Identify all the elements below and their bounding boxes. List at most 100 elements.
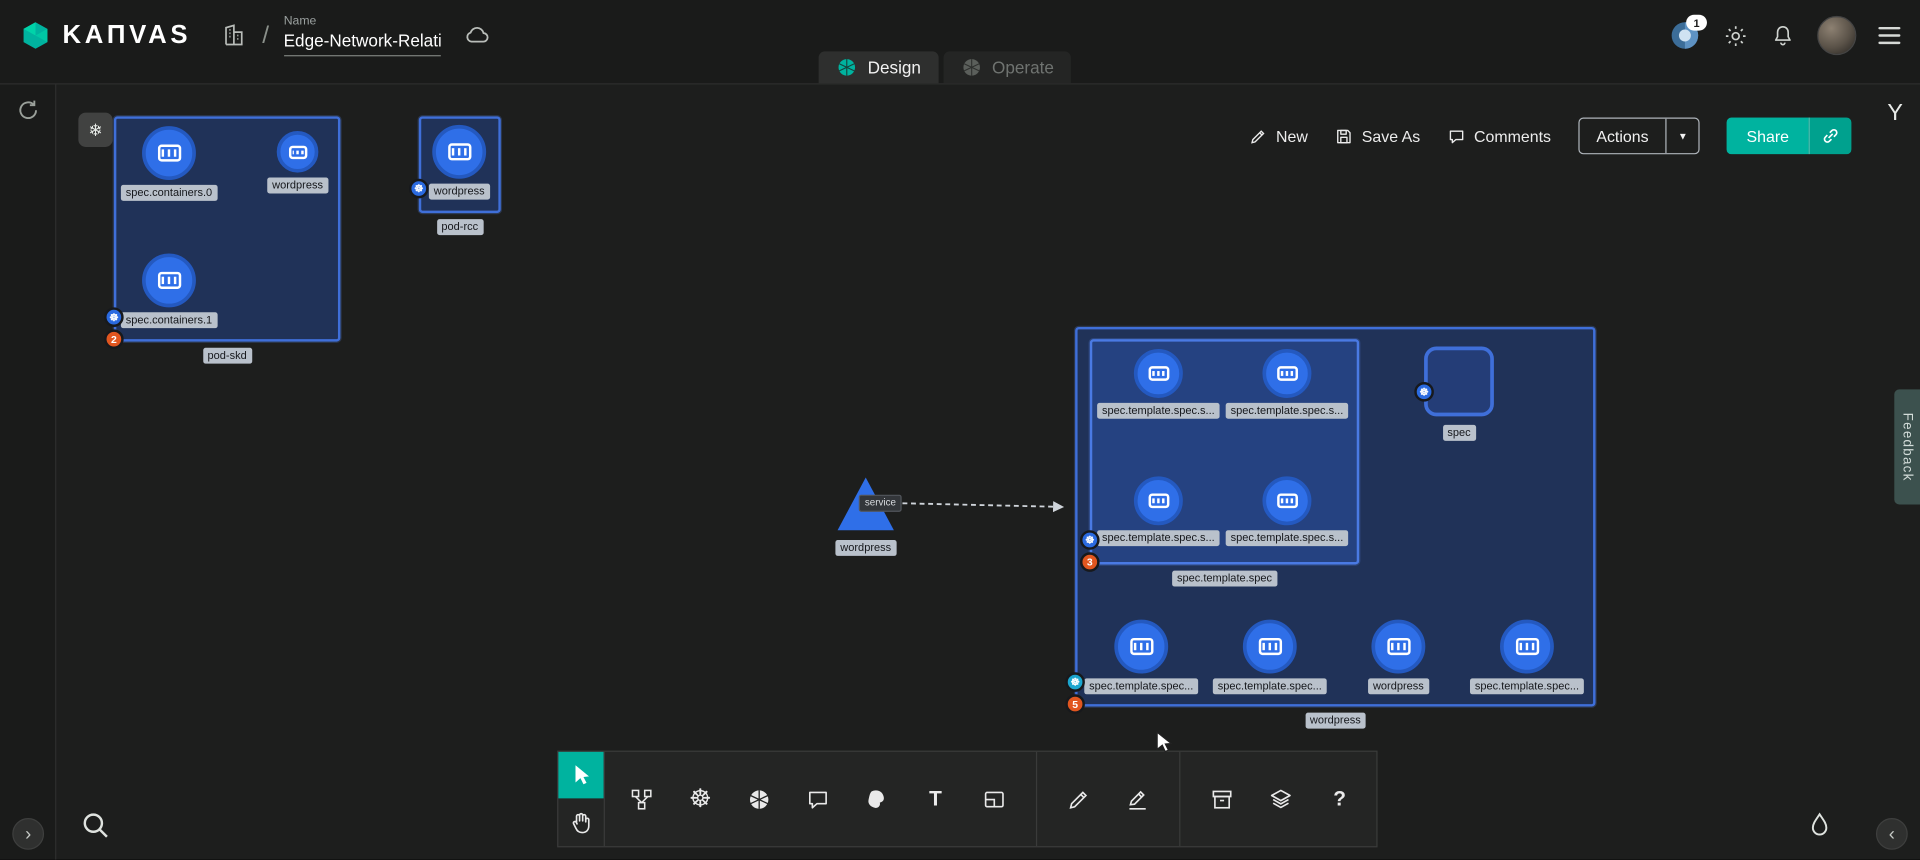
container-icon (1515, 638, 1538, 655)
node-label: wordpress (267, 178, 328, 194)
save-floppy-icon (1335, 127, 1353, 145)
node-label: spec.containers.1 (121, 312, 217, 328)
actions-caret-icon[interactable]: ▼ (1666, 119, 1699, 153)
import-tool[interactable] (1198, 771, 1247, 827)
text-tool[interactable]: T (911, 771, 960, 827)
feedback-tab[interactable]: Feedback (1894, 389, 1920, 504)
node-label: spec.template.spec.s... (1097, 403, 1220, 419)
pan-tool[interactable] (558, 798, 603, 846)
count-badge: 5 (1065, 694, 1085, 714)
node-label: spec (1442, 425, 1475, 441)
tab-design[interactable]: Design (819, 51, 939, 83)
node-spec[interactable] (1424, 347, 1494, 417)
kubernetes-tool[interactable]: ☸ (676, 771, 725, 827)
hierarchy-y-icon[interactable]: Y (1887, 100, 1903, 127)
pencil-tool[interactable] (1054, 771, 1103, 827)
group-label: spec.template.spec (1172, 571, 1277, 587)
kanvas-logo-icon (20, 20, 52, 52)
node-spec.template.spec...[interactable] (1114, 620, 1168, 674)
share-label: Share (1727, 118, 1809, 155)
meshery-tool[interactable] (735, 771, 784, 827)
tool-dock: ☸ T? (557, 751, 1377, 848)
container-icon (1277, 366, 1298, 381)
expand-left-panel-button[interactable]: › (12, 818, 44, 850)
pen-icon (1125, 787, 1149, 811)
node-spec.template.spec...[interactable] (1243, 620, 1297, 674)
mode-tabs: Design Operate (819, 51, 1071, 83)
save-as-button[interactable]: Save As (1335, 127, 1420, 145)
node-label: spec.template.spec.s... (1226, 530, 1349, 546)
actions-label: Actions (1579, 127, 1665, 145)
node-label: spec.template.spec... (1213, 678, 1327, 694)
dock-divider (1036, 752, 1037, 846)
components-tool[interactable] (617, 771, 666, 827)
feedback-label: Feedback (1900, 412, 1915, 481)
notification-count-badge: 1 (1686, 15, 1707, 31)
layers-tool[interactable] (1256, 771, 1305, 827)
tab-operate[interactable]: Operate (943, 51, 1071, 83)
kubernetes-icon: ☸ (689, 784, 712, 815)
comments-button[interactable]: Comments (1447, 127, 1551, 145)
shapes-icon (982, 787, 1006, 811)
user-avatar[interactable] (1817, 16, 1856, 55)
design-tab-icon (836, 56, 858, 78)
node-spec.containers.1[interactable] (142, 253, 196, 307)
node-wordpress[interactable] (432, 125, 486, 179)
pen-tool[interactable] (1113, 771, 1162, 827)
menu-hamburger-icon[interactable] (1878, 27, 1900, 44)
share-link-icon[interactable] (1809, 118, 1852, 155)
container-icon (1387, 638, 1410, 655)
share-button[interactable]: Share (1727, 118, 1852, 155)
design-name-input[interactable] (284, 29, 441, 56)
node-label: wordpress (835, 540, 896, 556)
select-tool[interactable] (558, 752, 603, 799)
sync-history-icon[interactable] (15, 97, 42, 124)
node-wordpress[interactable] (277, 131, 319, 173)
node-spec.containers.0[interactable] (142, 126, 196, 180)
zoom-search-icon[interactable] (78, 808, 112, 842)
node-spec.template.spec.s...[interactable] (1262, 349, 1311, 398)
comments-label: Comments (1474, 127, 1551, 145)
text-icon: T (929, 787, 942, 811)
pencil-icon (1067, 787, 1091, 811)
new-button[interactable]: New (1249, 127, 1308, 145)
count-badge: 2 (104, 329, 124, 349)
container-icon (157, 144, 180, 161)
comments-icon (1447, 127, 1465, 145)
help-tool[interactable]: ? (1315, 771, 1364, 827)
cloud-sync-icon[interactable] (462, 21, 491, 50)
breadcrumb-separator: / (262, 21, 269, 49)
node-spec.template.spec.s...[interactable] (1262, 476, 1311, 525)
comment-tool[interactable] (793, 771, 842, 827)
k8s-badge: ☸ (1065, 672, 1085, 692)
node-wordpress[interactable] (1371, 620, 1425, 674)
node-spec.template.spec...[interactable] (1500, 620, 1554, 674)
container-icon (1148, 366, 1169, 381)
container-icon (1258, 638, 1281, 655)
freeze-layout-icon[interactable]: ❄ (78, 113, 112, 147)
actions-button[interactable]: Actions ▼ (1578, 118, 1700, 155)
collapse-right-panel-button[interactable]: ‹ (1876, 818, 1908, 850)
header: KAΠVAS / Name 1 (0, 0, 1920, 84)
doodle-tool[interactable] (852, 771, 901, 827)
mouse-cursor (1153, 731, 1175, 759)
node-label: spec.template.spec... (1470, 678, 1584, 694)
kanvas-logo[interactable]: KAΠVAS (20, 20, 192, 52)
dock-icons: ☸ T? (604, 752, 1377, 846)
group-label: pod-rcc (437, 219, 484, 235)
new-label: New (1276, 127, 1308, 145)
container-icon (1130, 638, 1153, 655)
organization-icon[interactable] (221, 22, 248, 49)
shapes-tool[interactable] (970, 771, 1019, 827)
node-spec.template.spec.s...[interactable] (1134, 476, 1183, 525)
container-icon (157, 272, 180, 289)
ink-droplet-icon[interactable] (1805, 811, 1834, 840)
container-icon (1148, 493, 1169, 508)
settings-gear-icon[interactable] (1723, 23, 1749, 49)
design-tab-label: Design (868, 58, 921, 78)
node-spec.template.spec.s...[interactable] (1134, 349, 1183, 398)
notifications-bell-icon[interactable] (1771, 23, 1795, 47)
meshery-icon (747, 787, 771, 811)
kanvas-app: pod-skd☸2pod-rcc☸wordpress☸5spec.templat… (0, 0, 1920, 860)
provider-button[interactable]: 1 (1669, 20, 1701, 52)
